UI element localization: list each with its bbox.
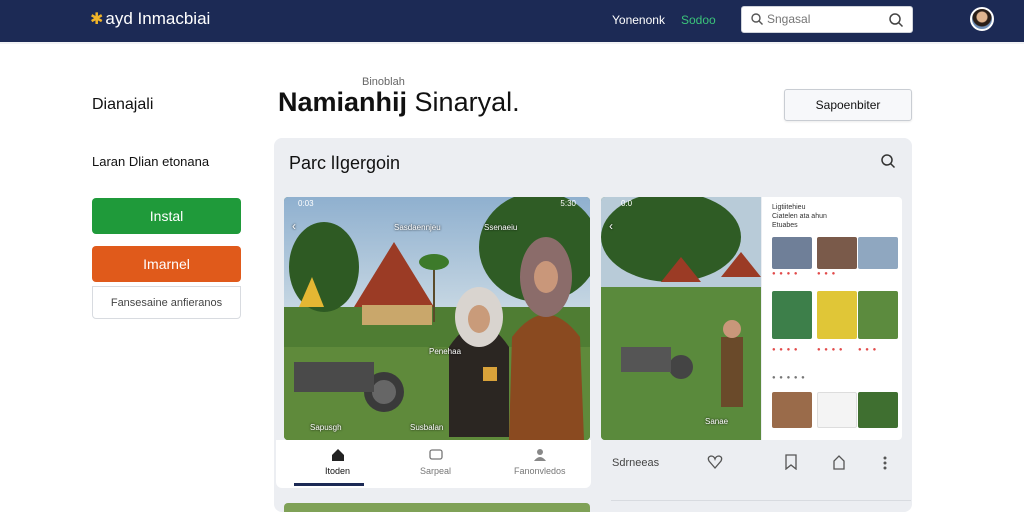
- feed-thumb[interactable]: [772, 392, 812, 428]
- more-icon[interactable]: [881, 454, 889, 470]
- media-preview-main[interactable]: 0:03 5:30 ‹ Sasdaennjeu Ssenaeiu Penehaa…: [284, 197, 590, 440]
- card-title: Parc lIgergoin: [289, 153, 401, 173]
- feed-thumb[interactable]: [817, 291, 857, 339]
- tab-messages[interactable]: Sarpeal: [420, 448, 451, 476]
- feed-thumb[interactable]: [817, 237, 857, 269]
- nav-link-secondary[interactable]: Sodoo: [681, 13, 716, 27]
- bottom-tab-bar: Itoden Sarpeal Fanonvledos: [276, 440, 591, 488]
- search-bar[interactable]: [741, 6, 913, 33]
- card-divider: [611, 500, 911, 501]
- bookmark-icon[interactable]: [784, 454, 798, 470]
- sidebar-subtitle: Laran Dlian etonana: [92, 154, 210, 169]
- feed-meta: ● ● ● ●: [772, 271, 799, 277]
- feed-thumb[interactable]: [772, 291, 812, 339]
- page-title-bold: Namianhij: [278, 87, 408, 117]
- message-icon: [428, 449, 443, 460]
- feed-thumb[interactable]: [858, 392, 898, 428]
- brand-logo[interactable]: ✱ ayd Inmacbiai: [90, 9, 210, 29]
- tab-profile[interactable]: Fanonvledos: [514, 448, 566, 476]
- install-button[interactable]: Instal: [92, 198, 241, 234]
- feed-thumb[interactable]: [858, 237, 898, 269]
- scene-image: [284, 197, 590, 440]
- media-preview-next[interactable]: [284, 503, 590, 512]
- media-label-secondary: Sanae: [705, 417, 729, 426]
- media-label-bottom-left: Sapusgh: [310, 423, 342, 432]
- feed-header-line-1: Ligtiitehieu: [772, 204, 806, 211]
- media-label-mid: Penehaa: [429, 347, 462, 356]
- page-title: Namianhij Sinaryal.: [278, 87, 520, 118]
- media-label-left: Sasdaennjeu: [394, 223, 441, 232]
- feed-meta: ● ● ● ● ●: [772, 375, 806, 381]
- tab-home[interactable]: Itoden: [325, 448, 350, 476]
- action-row-label: Sdrneeas: [612, 457, 660, 469]
- tab-profile-label: Fanonvledos: [514, 466, 566, 476]
- user-avatar[interactable]: [970, 7, 994, 31]
- feed-meta: ● ● ● ●: [772, 347, 799, 353]
- action-row: Sdrneeas: [601, 450, 911, 478]
- brand-name: ayd Inmacbiai: [105, 9, 211, 28]
- active-tab-indicator: [294, 483, 364, 486]
- feed-thumb[interactable]: [772, 237, 812, 269]
- status-indicators: 5:30: [560, 199, 576, 208]
- page-action-button[interactable]: Sapoenbiter: [784, 89, 912, 121]
- feed-header-line-3: Etuabes: [772, 222, 798, 229]
- status-time: 0:03: [298, 199, 314, 208]
- share-icon[interactable]: [832, 454, 846, 470]
- secondary-button[interactable]: Imarnel: [92, 246, 241, 282]
- feed-header-line-2: Ciatelen ata ahun: [772, 213, 827, 220]
- back-arrow-icon-secondary[interactable]: ‹: [609, 219, 613, 233]
- top-bar: ✱ ayd Inmacbiai Yonenonk Sodoo: [0, 0, 1024, 42]
- search-input[interactable]: [767, 12, 887, 26]
- media-label-right: Ssenaeiu: [484, 223, 518, 232]
- sidebar-title: Dianajali: [92, 96, 154, 113]
- feed-thumb[interactable]: [858, 291, 898, 339]
- tab-messages-label: Sarpeal: [420, 466, 452, 476]
- tab-home-label: Itoden: [325, 466, 351, 476]
- media-label-bottom-mid: Susbalan: [410, 423, 444, 432]
- scene-image-secondary: [601, 197, 761, 440]
- brand-star-icon: ✱: [90, 11, 104, 28]
- feed-panel: Ligtiitehieu Ciatelen ata ahun Etuabes ●…: [762, 197, 902, 440]
- home-icon: [331, 449, 344, 461]
- heart-icon[interactable]: [707, 454, 723, 470]
- feed-meta: ● ● ● ●: [817, 347, 844, 353]
- back-arrow-icon[interactable]: ‹: [292, 219, 296, 233]
- status-time-secondary: 0:0: [621, 199, 633, 208]
- feed-header: Ligtiitehieu Ciatelen ata ahun Etuabes: [772, 203, 827, 230]
- card-search-icon[interactable]: [880, 153, 896, 169]
- media-preview-secondary[interactable]: 0:0 ‹ Sanae: [601, 197, 761, 440]
- search-submit-icon[interactable]: [888, 12, 904, 28]
- page-title-regular: Sinaryal.: [414, 87, 520, 117]
- person-icon: [533, 449, 546, 461]
- nav-link-primary[interactable]: Yonenonk: [612, 13, 665, 27]
- feed-meta: ● ● ●: [858, 347, 878, 353]
- outline-link-button[interactable]: Fansesaine anfieranos: [92, 286, 241, 319]
- search-icon: [751, 13, 763, 25]
- feed-meta: ● ● ●: [817, 271, 837, 277]
- feed-thumb[interactable]: [817, 392, 857, 428]
